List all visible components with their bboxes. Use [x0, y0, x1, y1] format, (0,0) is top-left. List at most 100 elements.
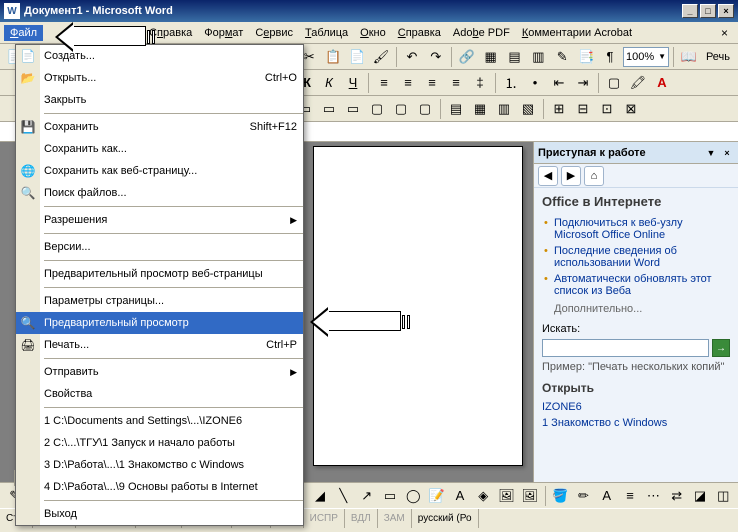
nav-home-icon[interactable]: ⌂	[584, 166, 604, 186]
menu-open[interactable]: 📂Открыть...Ctrl+O	[16, 67, 303, 89]
menu-versions[interactable]: Версии...	[16, 236, 303, 258]
link-connect[interactable]: Подключиться к веб-узлу Microsoft Office…	[542, 215, 730, 243]
close-button[interactable]: ×	[718, 4, 734, 18]
tb-icon-4[interactable]: ▢	[366, 98, 388, 120]
numbering-icon[interactable]: ⒈	[500, 72, 522, 94]
menu-format[interactable]: Формат	[198, 25, 249, 41]
status-zam[interactable]: ЗАМ	[378, 509, 412, 528]
search-go-icon[interactable]: →	[712, 339, 730, 357]
read-icon[interactable]: 📖	[678, 46, 700, 68]
menu-recent-1[interactable]: 1 C:\Documents and Settings\...\IZONE6	[16, 410, 303, 432]
linespacing-icon[interactable]: ‡	[469, 72, 491, 94]
maximize-button[interactable]: □	[700, 4, 716, 18]
page[interactable]	[313, 146, 523, 466]
menu-help[interactable]: Справка	[392, 25, 447, 41]
tb-icon-3[interactable]: ▭	[342, 98, 364, 120]
dashstyle-icon[interactable]: ⋯	[643, 485, 664, 507]
menu-pagesetup[interactable]: Параметры страницы...	[16, 290, 303, 312]
format-painter-icon[interactable]: 🖌	[370, 46, 392, 68]
link-news[interactable]: Последние сведения об использовании Word	[542, 243, 730, 271]
menu-recent-4[interactable]: 4 D:\Работа\...\9 Основы работы в Intern…	[16, 476, 303, 498]
menu-exit[interactable]: Выход	[16, 503, 303, 525]
menu-close[interactable]: Закрыть	[16, 89, 303, 111]
clipart-icon[interactable]: 🖼	[496, 485, 517, 507]
justify-icon[interactable]: ≡	[445, 72, 467, 94]
tb-icon-13[interactable]: ⊡	[596, 98, 618, 120]
tb-icon-5[interactable]: ▢	[390, 98, 412, 120]
menu-saveweb[interactable]: 🌐Сохранить как веб-страницу...	[16, 160, 303, 182]
align-center-icon[interactable]: ≡	[397, 72, 419, 94]
status-vdl[interactable]: ВДЛ	[345, 509, 378, 528]
nav-back-icon[interactable]: ◀	[538, 166, 558, 186]
align-left-icon[interactable]: ≡	[373, 72, 395, 94]
recent-file-2[interactable]: 1 Знакомство с Windows	[542, 415, 730, 431]
close-doc-button[interactable]: ×	[715, 24, 734, 42]
table-icon[interactable]: ▦	[480, 46, 502, 68]
diagram-icon[interactable]: ◈	[473, 485, 494, 507]
rectangle-icon[interactable]: ▭	[379, 485, 400, 507]
showmarks-icon[interactable]: ¶	[599, 46, 621, 68]
tb-icon-9[interactable]: ▥	[493, 98, 515, 120]
tb-icon-7[interactable]: ▤	[445, 98, 467, 120]
menu-findfiles[interactable]: 🔍Поиск файлов...	[16, 182, 303, 204]
tb-icon-8[interactable]: ▦	[469, 98, 491, 120]
docmap-icon[interactable]: 📑	[575, 46, 597, 68]
borders-icon[interactable]: ▢	[603, 72, 625, 94]
status-lang[interactable]: русский (Ро	[412, 509, 479, 528]
menu-webpreview[interactable]: Предварительный просмотр веб-страницы	[16, 263, 303, 285]
columns-icon[interactable]: ▥	[527, 46, 549, 68]
textbox-icon[interactable]: 📝	[426, 485, 447, 507]
font-color-icon[interactable]: A	[651, 72, 673, 94]
menu-save[interactable]: 💾СохранитьShift+F12	[16, 116, 303, 138]
linecolor-icon[interactable]: ✏	[573, 485, 594, 507]
copy-icon[interactable]: 📋	[322, 46, 344, 68]
tb-icon-6[interactable]: ▢	[414, 98, 436, 120]
indent-icon[interactable]: ⇥	[572, 72, 594, 94]
link-autoupdate[interactable]: Автоматически обновлять этот список из В…	[542, 271, 730, 299]
menu-saveas[interactable]: Сохранить как...	[16, 138, 303, 160]
redo-icon[interactable]: ↷	[425, 46, 447, 68]
tb-icon-12[interactable]: ⊟	[572, 98, 594, 120]
tb-icon-10[interactable]: ▧	[517, 98, 539, 120]
tb-icon-2[interactable]: ▭	[318, 98, 340, 120]
align-right-icon[interactable]: ≡	[421, 72, 443, 94]
status-ispr[interactable]: ИСПР	[304, 509, 345, 528]
taskpane-dropdown-icon[interactable]: ▼	[704, 146, 718, 160]
nav-forward-icon[interactable]: ▶	[561, 166, 581, 186]
menu-send[interactable]: Отправить▶	[16, 361, 303, 383]
menu-print[interactable]: 🖨Печать...Ctrl+P	[16, 334, 303, 356]
outdent-icon[interactable]: ⇤	[548, 72, 570, 94]
arrow-icon[interactable]: ↗	[356, 485, 377, 507]
arrowstyle-icon[interactable]: ⇄	[666, 485, 687, 507]
picture-icon[interactable]: 🖼	[519, 485, 540, 507]
tb-icon-11[interactable]: ⊞	[548, 98, 570, 120]
fillcolor-icon[interactable]: 🪣	[549, 485, 570, 507]
zoom-combo[interactable]: 100%▼	[623, 47, 669, 67]
menu-window[interactable]: Окно	[354, 25, 392, 41]
taskpane-close-icon[interactable]: ×	[720, 146, 734, 160]
speech-label[interactable]: Речь	[702, 51, 734, 63]
menu-file[interactable]: Файл	[4, 25, 43, 41]
line-icon[interactable]: ╲	[333, 485, 354, 507]
recent-file-1[interactable]: IZONE6	[542, 399, 730, 415]
undo-icon[interactable]: ↶	[401, 46, 423, 68]
tb-icon-14[interactable]: ⊠	[620, 98, 642, 120]
link-more[interactable]: Дополнительно...	[542, 303, 730, 315]
menu-recent-3[interactable]: 3 D:\Работа\...\1 Знакомство с Windows	[16, 454, 303, 476]
italic-icon[interactable]: К	[318, 72, 340, 94]
menu-properties[interactable]: Свойства	[16, 383, 303, 405]
fontcolor2-icon[interactable]: A	[596, 485, 617, 507]
highlight-icon[interactable]: 🖍	[627, 72, 649, 94]
paste-icon[interactable]: 📄	[346, 46, 368, 68]
3d-icon[interactable]: ◫	[713, 485, 734, 507]
oval-icon[interactable]: ◯	[403, 485, 424, 507]
hyperlink-icon[interactable]: 🔗	[456, 46, 478, 68]
shadow-icon[interactable]: ◪	[689, 485, 710, 507]
linestyle-icon[interactable]: ≡	[619, 485, 640, 507]
menu-printpreview[interactable]: 🔍Предварительный просмотр	[16, 312, 303, 334]
menu-adobe-pdf[interactable]: Adobe PDF	[447, 25, 516, 41]
menu-recent-2[interactable]: 2 C:\...\ТГУ\1 Запуск и начало работы	[16, 432, 303, 454]
underline-icon[interactable]: Ч	[342, 72, 364, 94]
bullets-icon[interactable]: •	[524, 72, 546, 94]
menu-table[interactable]: Таблица	[299, 25, 354, 41]
